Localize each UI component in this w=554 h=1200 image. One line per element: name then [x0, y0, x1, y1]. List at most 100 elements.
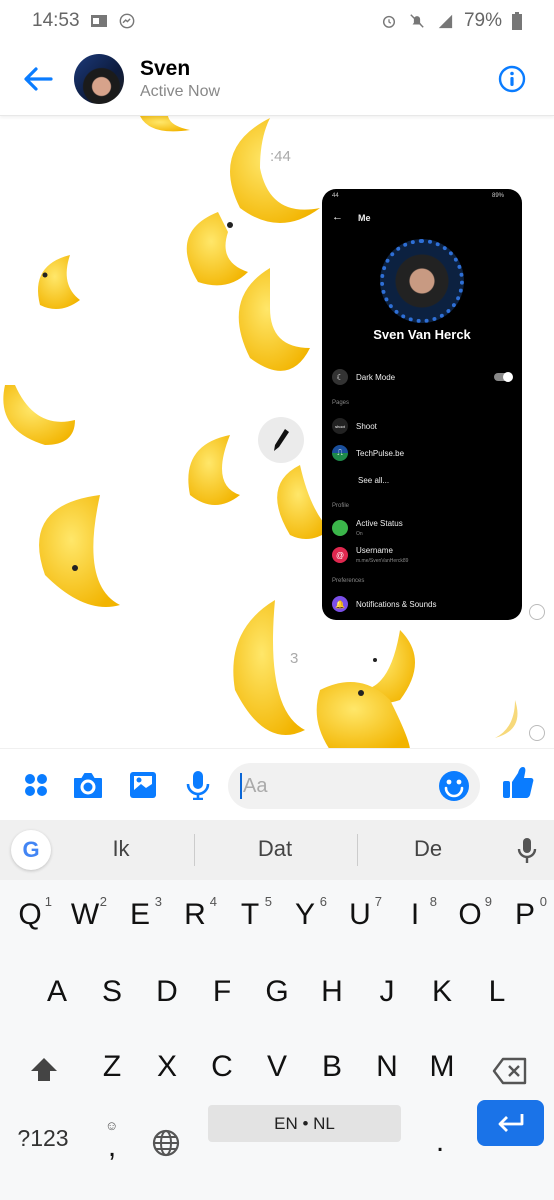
bell-icon: 🔔 [332, 596, 348, 612]
keyboard: G Ik Dat De [0, 820, 554, 1200]
key-label: W [70, 898, 100, 931]
timestamp: 3 [290, 650, 299, 667]
key-s[interactable]: S [90, 975, 134, 1009]
key-a[interactable]: A [35, 975, 79, 1009]
key-number-hint: 2 [99, 894, 107, 909]
battery-icon [512, 12, 522, 30]
comma-key[interactable]: , ☺ [90, 1118, 134, 1164]
key-q[interactable]: Q1 [8, 894, 52, 932]
composer-bar: Aa [0, 748, 554, 820]
key-j[interactable]: J [365, 975, 409, 1009]
key-r[interactable]: R4 [173, 894, 217, 932]
key-z[interactable]: Z [90, 1050, 134, 1084]
backspace-key[interactable] [492, 1057, 528, 1085]
shoot-icon: shoot [332, 418, 348, 434]
symbols-key[interactable]: ?123 [13, 1125, 73, 1152]
shared-screenshot[interactable]: 44 89% ← Me Sven Van Herck ☾ Dark Mode Pa… [322, 189, 522, 620]
shot-profile-name: Sven Van Herck [373, 327, 471, 342]
message-placeholder: Aa [243, 774, 268, 797]
key-y[interactable]: Y6 [283, 894, 327, 932]
shot-active-status: Active Status [356, 519, 403, 528]
shot-username-value: m.me/SvenVanHerck89 [356, 558, 409, 564]
more-actions-button[interactable] [20, 769, 52, 801]
key-d[interactable]: D [145, 975, 189, 1009]
key-x[interactable]: X [145, 1050, 189, 1084]
gallery-button[interactable] [127, 769, 159, 801]
space-key[interactable]: EN • NL [208, 1105, 401, 1142]
key-m[interactable]: M [420, 1050, 464, 1084]
key-i[interactable]: I8 [393, 894, 437, 932]
key-number-hint: 9 [484, 894, 492, 909]
edit-image-button[interactable] [258, 417, 304, 463]
timestamp: :44 [270, 148, 291, 165]
key-o[interactable]: O9 [448, 894, 492, 932]
shot-section-profile: Profile [332, 503, 350, 509]
shot-notifications: Notifications & Sounds [356, 599, 437, 609]
shot-see-all: See all... [358, 476, 390, 485]
key-number-hint: 6 [319, 894, 327, 909]
emoji-button[interactable] [438, 770, 470, 802]
messenger-icon [119, 13, 134, 29]
key-number-hint: 7 [374, 894, 382, 909]
voice-typing-button[interactable] [516, 837, 538, 865]
camera-button[interactable] [72, 769, 104, 801]
key-b[interactable]: B [310, 1050, 354, 1084]
shot-title: Me [358, 213, 371, 223]
contact-avatar[interactable] [74, 53, 124, 104]
key-k[interactable]: K [420, 975, 464, 1009]
at-icon: @ [332, 547, 348, 563]
key-c[interactable]: C [200, 1050, 244, 1084]
key-n[interactable]: N [365, 1050, 409, 1084]
google-search-button[interactable]: G [11, 830, 51, 870]
key-number-hint: 5 [264, 894, 272, 909]
shot-profile-code [380, 239, 464, 323]
conversation-header: Sven Active Now [0, 42, 554, 116]
key-w[interactable]: W2 [63, 894, 107, 932]
mute-icon [410, 14, 424, 28]
key-t[interactable]: T5 [228, 894, 272, 932]
key-number-hint: 3 [154, 894, 162, 909]
message-input[interactable]: Aa [228, 763, 480, 809]
key-h[interactable]: H [310, 975, 354, 1009]
shot-username: Username [356, 546, 393, 555]
voice-button[interactable] [182, 769, 214, 801]
contact-name[interactable]: Sven [140, 57, 220, 81]
key-f[interactable]: F [200, 975, 244, 1009]
key-l[interactable]: L [475, 975, 519, 1009]
four-dots-icon [25, 774, 47, 796]
period-key[interactable]: . [418, 1125, 462, 1159]
suggestion[interactable]: Dat [215, 836, 335, 862]
key-number-hint: 4 [209, 894, 217, 909]
active-status-icon [332, 520, 348, 536]
key-label: U [349, 898, 371, 931]
shot-page-shoot: Shoot [356, 421, 377, 431]
alarm-icon [382, 15, 396, 28]
key-label: P [514, 898, 535, 931]
suggestion[interactable]: Ik [61, 836, 181, 862]
key-e[interactable]: E3 [118, 894, 162, 932]
key-u[interactable]: U7 [338, 894, 382, 932]
shot-section-pages: Pages [332, 400, 350, 406]
techpulse-icon: ⎍ [332, 445, 348, 461]
like-button[interactable] [502, 767, 534, 799]
google-g-icon: G [22, 837, 40, 862]
key-label: O [458, 898, 482, 931]
suggestion-strip: G Ik Dat De [0, 820, 554, 880]
back-button[interactable] [18, 59, 58, 99]
key-g[interactable]: G [255, 975, 299, 1009]
status-bar: 14:53 79% [0, 0, 554, 42]
info-button[interactable] [498, 65, 526, 93]
shot-section-preferences: Preferences [332, 578, 365, 584]
shot-active-status-value: On [356, 531, 363, 537]
shot-page-techpulse: TechPulse.be [356, 448, 405, 458]
key-number-hint: 0 [539, 894, 547, 909]
key-p[interactable]: P0 [503, 894, 547, 932]
shift-key[interactable] [29, 1056, 59, 1084]
suggestion[interactable]: De [368, 836, 488, 862]
key-v[interactable]: V [255, 1050, 299, 1084]
camera-icon [74, 773, 102, 798]
shot-status-battery: 89% [491, 193, 504, 199]
enter-arrow-icon [498, 1114, 523, 1132]
language-globe-key[interactable] [151, 1128, 181, 1158]
enter-key[interactable] [477, 1100, 544, 1146]
